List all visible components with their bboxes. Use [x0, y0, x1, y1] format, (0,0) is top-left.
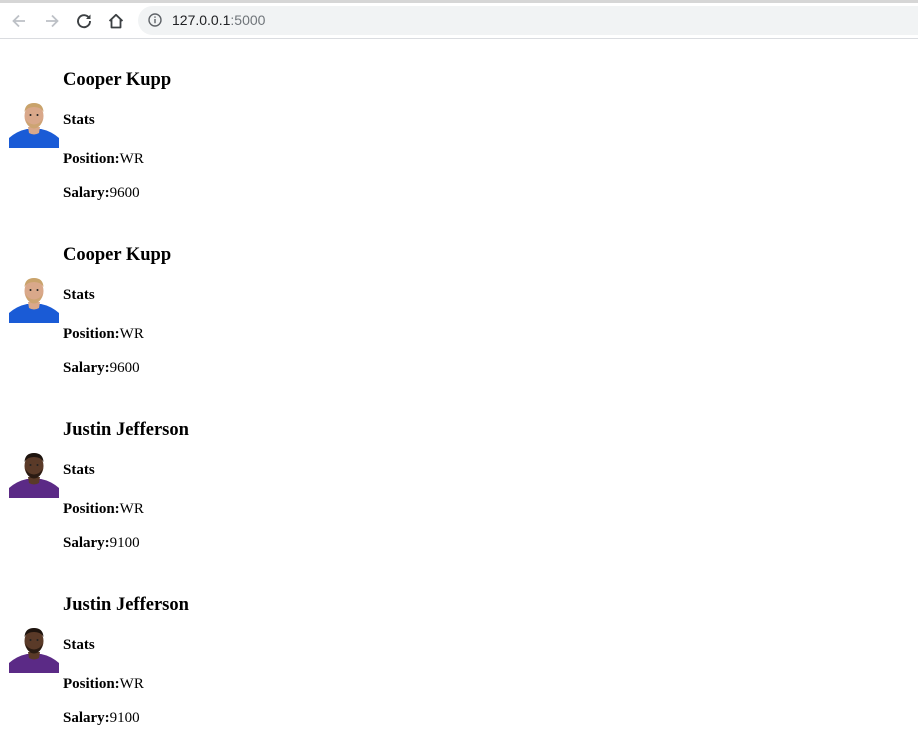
- position-label: Position:: [63, 151, 120, 167]
- stats-heading: Stats: [63, 112, 95, 128]
- player-card: Cooper Kupp Stats Position:WR Salary:960…: [9, 70, 309, 230]
- position-value: WR: [119, 501, 144, 517]
- salary-label: Salary:: [63, 710, 110, 726]
- player-headshot-image: [9, 98, 59, 148]
- salary-row: Salary:9600: [63, 185, 140, 202]
- position-row: Position:WR: [63, 151, 144, 168]
- position-value: WR: [119, 326, 144, 342]
- reload-button[interactable]: [72, 9, 96, 33]
- player-card: Justin Jefferson Stats Position:WR Salar…: [9, 420, 309, 580]
- salary-value: 9100: [109, 535, 140, 551]
- player-name: Cooper Kupp: [63, 245, 172, 265]
- position-row: Position:WR: [63, 501, 144, 518]
- player-name: Justin Jefferson: [63, 420, 189, 440]
- player-headshot-image: [9, 448, 59, 498]
- position-label: Position:: [63, 501, 120, 517]
- arrow-right-icon: [43, 12, 61, 30]
- url-text: 127.0.0.1:5000: [172, 12, 265, 29]
- back-button[interactable]: [7, 9, 31, 33]
- player-card: Cooper Kupp Stats Position:WR Salary:960…: [9, 245, 309, 405]
- url-host: 127.0.0.1: [172, 12, 231, 28]
- stats-heading: Stats: [63, 637, 95, 653]
- position-row: Position:WR: [63, 326, 144, 343]
- player-name: Justin Jefferson: [63, 595, 189, 615]
- salary-row: Salary:9600: [63, 360, 140, 377]
- salary-value: 9600: [109, 360, 140, 376]
- salary-label: Salary:: [63, 535, 110, 551]
- position-row: Position:WR: [63, 676, 144, 693]
- position-value: WR: [119, 676, 144, 692]
- reload-icon: [75, 12, 93, 30]
- position-value: WR: [119, 151, 144, 167]
- salary-value: 9600: [109, 185, 140, 201]
- salary-row: Salary:9100: [63, 535, 140, 552]
- home-button[interactable]: [104, 9, 128, 33]
- arrow-left-icon: [10, 12, 28, 30]
- salary-row: Salary:9100: [63, 710, 140, 727]
- forward-button[interactable]: [40, 9, 64, 33]
- player-headshot-image: [9, 273, 59, 323]
- player-headshot-image: [9, 623, 59, 673]
- info-icon[interactable]: [148, 13, 162, 32]
- stats-heading: Stats: [63, 287, 95, 303]
- player-card: Justin Jefferson Stats Position:WR Salar…: [9, 595, 309, 755]
- home-icon: [107, 12, 125, 30]
- url-port: :5000: [230, 12, 266, 28]
- stats-heading: Stats: [63, 462, 95, 478]
- salary-value: 9100: [109, 710, 140, 726]
- position-label: Position:: [63, 676, 120, 692]
- salary-label: Salary:: [63, 360, 110, 376]
- position-label: Position:: [63, 326, 120, 342]
- player-name: Cooper Kupp: [63, 70, 172, 90]
- browser-toolbar: 127.0.0.1:5000: [0, 0, 918, 39]
- salary-label: Salary:: [63, 185, 110, 201]
- address-bar[interactable]: 127.0.0.1:5000: [138, 6, 918, 35]
